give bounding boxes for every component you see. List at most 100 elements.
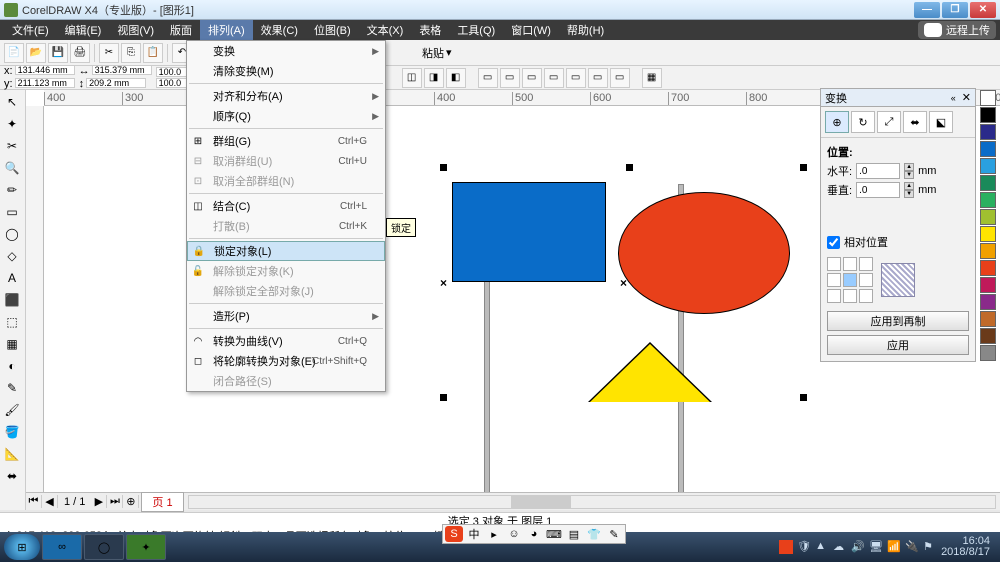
selection-handle[interactable]	[626, 164, 633, 171]
tool-button[interactable]: ✦	[2, 114, 22, 134]
menu-item[interactable]: 效果(C)	[253, 20, 306, 40]
tray-icon[interactable]: 🖥	[869, 540, 883, 554]
prop-icon[interactable]: ◨	[424, 68, 444, 88]
ime-button[interactable]: S	[445, 526, 463, 542]
menu-item[interactable]: 帮助(H)	[559, 20, 612, 40]
color-swatch[interactable]	[980, 260, 996, 276]
menu-item[interactable]: 视图(V)	[109, 20, 162, 40]
height-input[interactable]	[86, 78, 146, 88]
tray-icon[interactable]: 📶	[887, 540, 901, 554]
triangle-object[interactable]	[590, 344, 710, 402]
tool-button[interactable]: ✎	[2, 378, 22, 398]
ime-button[interactable]: 中	[465, 526, 483, 542]
tray-icon[interactable]: ⚑	[923, 540, 937, 554]
spin-up[interactable]: ▲	[904, 163, 914, 171]
menu-item[interactable]: 工具(Q)	[449, 20, 503, 40]
color-swatch[interactable]	[980, 158, 996, 174]
guide-line[interactable]	[484, 276, 490, 504]
page-add[interactable]: ⊕	[123, 495, 139, 508]
apply-button[interactable]: 应用	[827, 335, 969, 355]
scale-tab[interactable]: ⤢	[877, 111, 901, 133]
ime-button[interactable]: ▤	[565, 526, 583, 542]
color-swatch[interactable]	[980, 226, 996, 242]
tray-icon[interactable]: ☁	[833, 540, 847, 554]
start-button[interactable]: ⊞	[4, 534, 40, 560]
clipboard-label[interactable]: 粘贴	[422, 45, 444, 61]
new-button[interactable]: 📄	[4, 43, 24, 63]
tool-button[interactable]: ✂	[2, 136, 22, 156]
prop-icon[interactable]: ◧	[446, 68, 466, 88]
x-input[interactable]	[15, 65, 75, 75]
prop-icon[interactable]: ◫	[402, 68, 422, 88]
align-icon[interactable]: ▭	[544, 68, 564, 88]
align-icon[interactable]: ▭	[588, 68, 608, 88]
color-swatch[interactable]	[980, 277, 996, 293]
copy-button[interactable]: ⎘	[121, 43, 141, 63]
tool-button[interactable]: ⬚	[2, 312, 22, 332]
menu-item[interactable]: 对齐和分布(A)▶	[187, 86, 385, 106]
menu-item[interactable]: 位图(B)	[306, 20, 359, 40]
h-input[interactable]	[856, 163, 900, 179]
tool-button[interactable]: 🪣	[2, 422, 22, 442]
color-swatch[interactable]	[980, 90, 996, 106]
page-tab[interactable]: 页 1	[141, 492, 183, 512]
clock-date[interactable]: 2018/8/17	[941, 547, 990, 558]
v-input[interactable]	[856, 182, 900, 198]
size-tab[interactable]: ⬌	[903, 111, 927, 133]
tray-icon[interactable]	[779, 540, 793, 554]
print-button[interactable]: 🖨	[70, 43, 90, 63]
menu-item[interactable]: 文件(E)	[4, 20, 57, 40]
menu-item[interactable]: ◻将轮廓转换为对象(E)Ctrl+Shift+Q	[187, 351, 385, 371]
tool-button[interactable]: ▭	[2, 202, 22, 222]
rotate-tab[interactable]: ↻	[851, 111, 875, 133]
tool-button[interactable]: 📐	[2, 444, 22, 464]
menu-item[interactable]: 表格	[411, 20, 449, 40]
menu-item[interactable]: 窗口(W)	[503, 20, 559, 40]
ime-button[interactable]: ▸	[485, 526, 503, 542]
color-swatch[interactable]	[980, 124, 996, 140]
menu-item[interactable]: 造形(P)▶	[187, 306, 385, 326]
rectangle-object[interactable]	[452, 182, 606, 282]
menu-item[interactable]: 🔒锁定对象(L)	[187, 241, 385, 261]
menu-item[interactable]: 文本(X)	[359, 20, 412, 40]
page-last[interactable]: ⏭	[107, 495, 123, 508]
taskbar-app[interactable]: ∞	[42, 534, 82, 560]
tool-button[interactable]: 🖌	[2, 400, 22, 420]
horizontal-scrollbar[interactable]	[188, 495, 996, 509]
spin-down[interactable]: ▼	[904, 171, 914, 179]
anchor-grid[interactable]	[827, 257, 873, 303]
tool-button[interactable]: ⬌	[2, 466, 22, 486]
cloud-upload-button[interactable]: 远程上传	[918, 21, 996, 39]
menu-item[interactable]: ◫结合(C)Ctrl+L	[187, 196, 385, 216]
taskbar-corel[interactable]: ✦	[126, 534, 166, 560]
tool-button[interactable]: A	[2, 268, 22, 288]
paste-button[interactable]: 📋	[143, 43, 163, 63]
menu-item[interactable]: 版面	[162, 20, 200, 40]
relative-checkbox[interactable]	[827, 236, 840, 249]
ime-button[interactable]: ◕	[525, 526, 543, 542]
selection-handle[interactable]	[440, 394, 447, 401]
skew-tab[interactable]: ⬕	[929, 111, 953, 133]
color-swatch[interactable]	[980, 209, 996, 225]
spin-down[interactable]: ▼	[904, 190, 914, 198]
align-icon[interactable]: ▭	[610, 68, 630, 88]
color-swatch[interactable]	[980, 311, 996, 327]
color-swatch[interactable]	[980, 294, 996, 310]
color-swatch[interactable]	[980, 192, 996, 208]
open-button[interactable]: 📂	[26, 43, 46, 63]
wrap-icon[interactable]: ▦	[642, 68, 662, 88]
tray-icon[interactable]: ▲	[815, 540, 829, 554]
page-next[interactable]: ▶	[91, 495, 107, 508]
menu-item[interactable]: ◠转换为曲线(V)Ctrl+Q	[187, 331, 385, 351]
tool-button[interactable]: ◯	[2, 224, 22, 244]
tool-button[interactable]: ✏	[2, 180, 22, 200]
ime-button[interactable]: ☺	[505, 526, 523, 542]
ime-button[interactable]: 👕	[585, 526, 603, 542]
tray-icon[interactable]: 🔌	[905, 540, 919, 554]
color-swatch[interactable]	[980, 243, 996, 259]
align-icon[interactable]: ▭	[500, 68, 520, 88]
save-button[interactable]: 💾	[48, 43, 68, 63]
menu-item[interactable]: 编辑(E)	[57, 20, 110, 40]
minimize-button[interactable]: —	[914, 2, 940, 18]
docker-minimize-icon[interactable]: «	[951, 93, 956, 103]
